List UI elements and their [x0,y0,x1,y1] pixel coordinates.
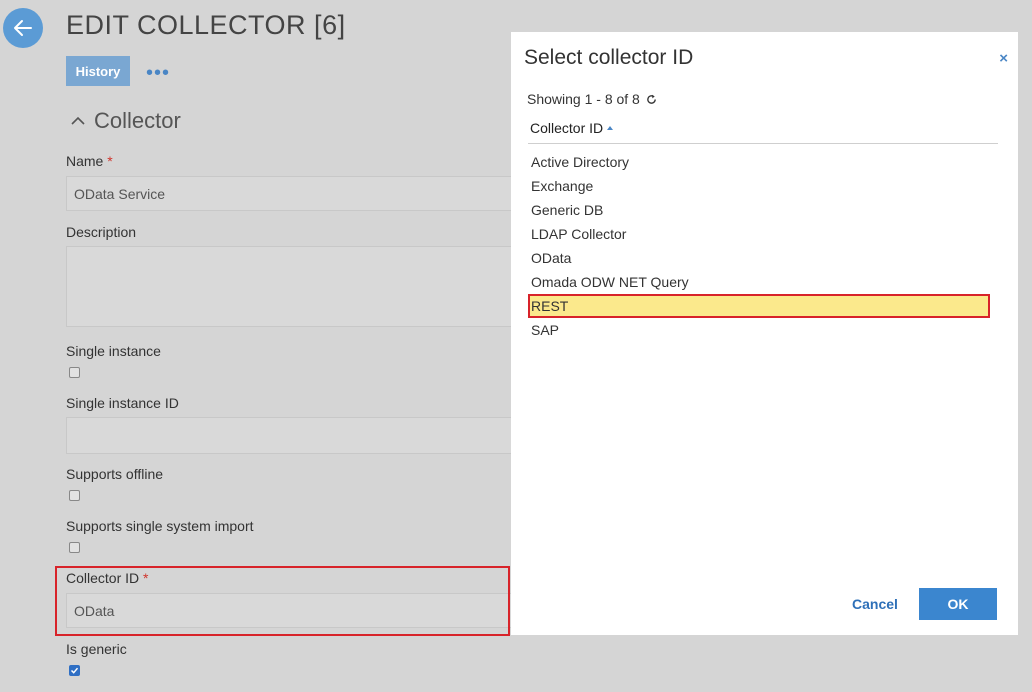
ok-button[interactable]: OK [919,588,997,620]
is-generic-checkbox[interactable] [69,665,80,676]
arrow-left-icon [14,20,32,36]
supports-single-system-import-checkbox[interactable] [69,542,80,553]
single-instance-id-label: Single instance ID [66,395,179,411]
supports-single-system-import-label: Supports single system import [66,518,254,534]
result-count: Showing 1 - 8 of 8 [527,91,657,107]
cancel-button[interactable]: Cancel [837,588,913,620]
collector-section-header[interactable]: Collector [70,108,181,134]
collector-id-annotation [55,566,510,636]
list-item[interactable]: SAP [528,318,990,342]
back-button[interactable] [3,8,43,48]
list-item[interactable]: Generic DB [528,198,990,222]
chevron-up-icon [71,116,85,125]
dialog-title: Select collector ID [524,46,694,69]
close-icon[interactable]: × [999,50,1008,67]
select-collector-dialog: Select collector ID × Showing 1 - 8 of 8… [511,32,1018,635]
name-field[interactable]: OData Service [66,176,536,211]
is-generic-label: Is generic [66,641,127,657]
single-instance-id-field[interactable] [66,417,536,454]
checkmark-icon [70,667,79,674]
list-item-selected[interactable]: REST [528,294,990,318]
sort-ascending-icon [607,126,614,130]
collector-id-list: Active Directory Exchange Generic DB LDA… [528,150,990,342]
list-item[interactable]: LDAP Collector [528,222,990,246]
single-instance-label: Single instance [66,343,161,359]
more-options-icon[interactable]: ••• [146,63,170,83]
required-mark: * [107,153,113,169]
list-item[interactable]: Active Directory [528,150,990,174]
section-title: Collector [94,108,181,133]
single-instance-checkbox[interactable] [69,367,80,378]
list-item[interactable]: Exchange [528,174,990,198]
description-field[interactable] [66,246,536,327]
list-item[interactable]: OData [528,246,990,270]
supports-offline-checkbox[interactable] [69,490,80,501]
column-divider [528,143,998,144]
refresh-icon[interactable] [646,94,657,105]
description-label: Description [66,224,137,240]
column-header-collector-id[interactable]: Collector ID [530,120,614,136]
supports-offline-label: Supports offline [66,466,164,482]
page-title: EDIT COLLECTOR [6] [66,10,346,40]
name-label: Name * [66,153,113,169]
history-button[interactable]: History [66,56,130,86]
list-item[interactable]: Omada ODW NET Query [528,270,990,294]
